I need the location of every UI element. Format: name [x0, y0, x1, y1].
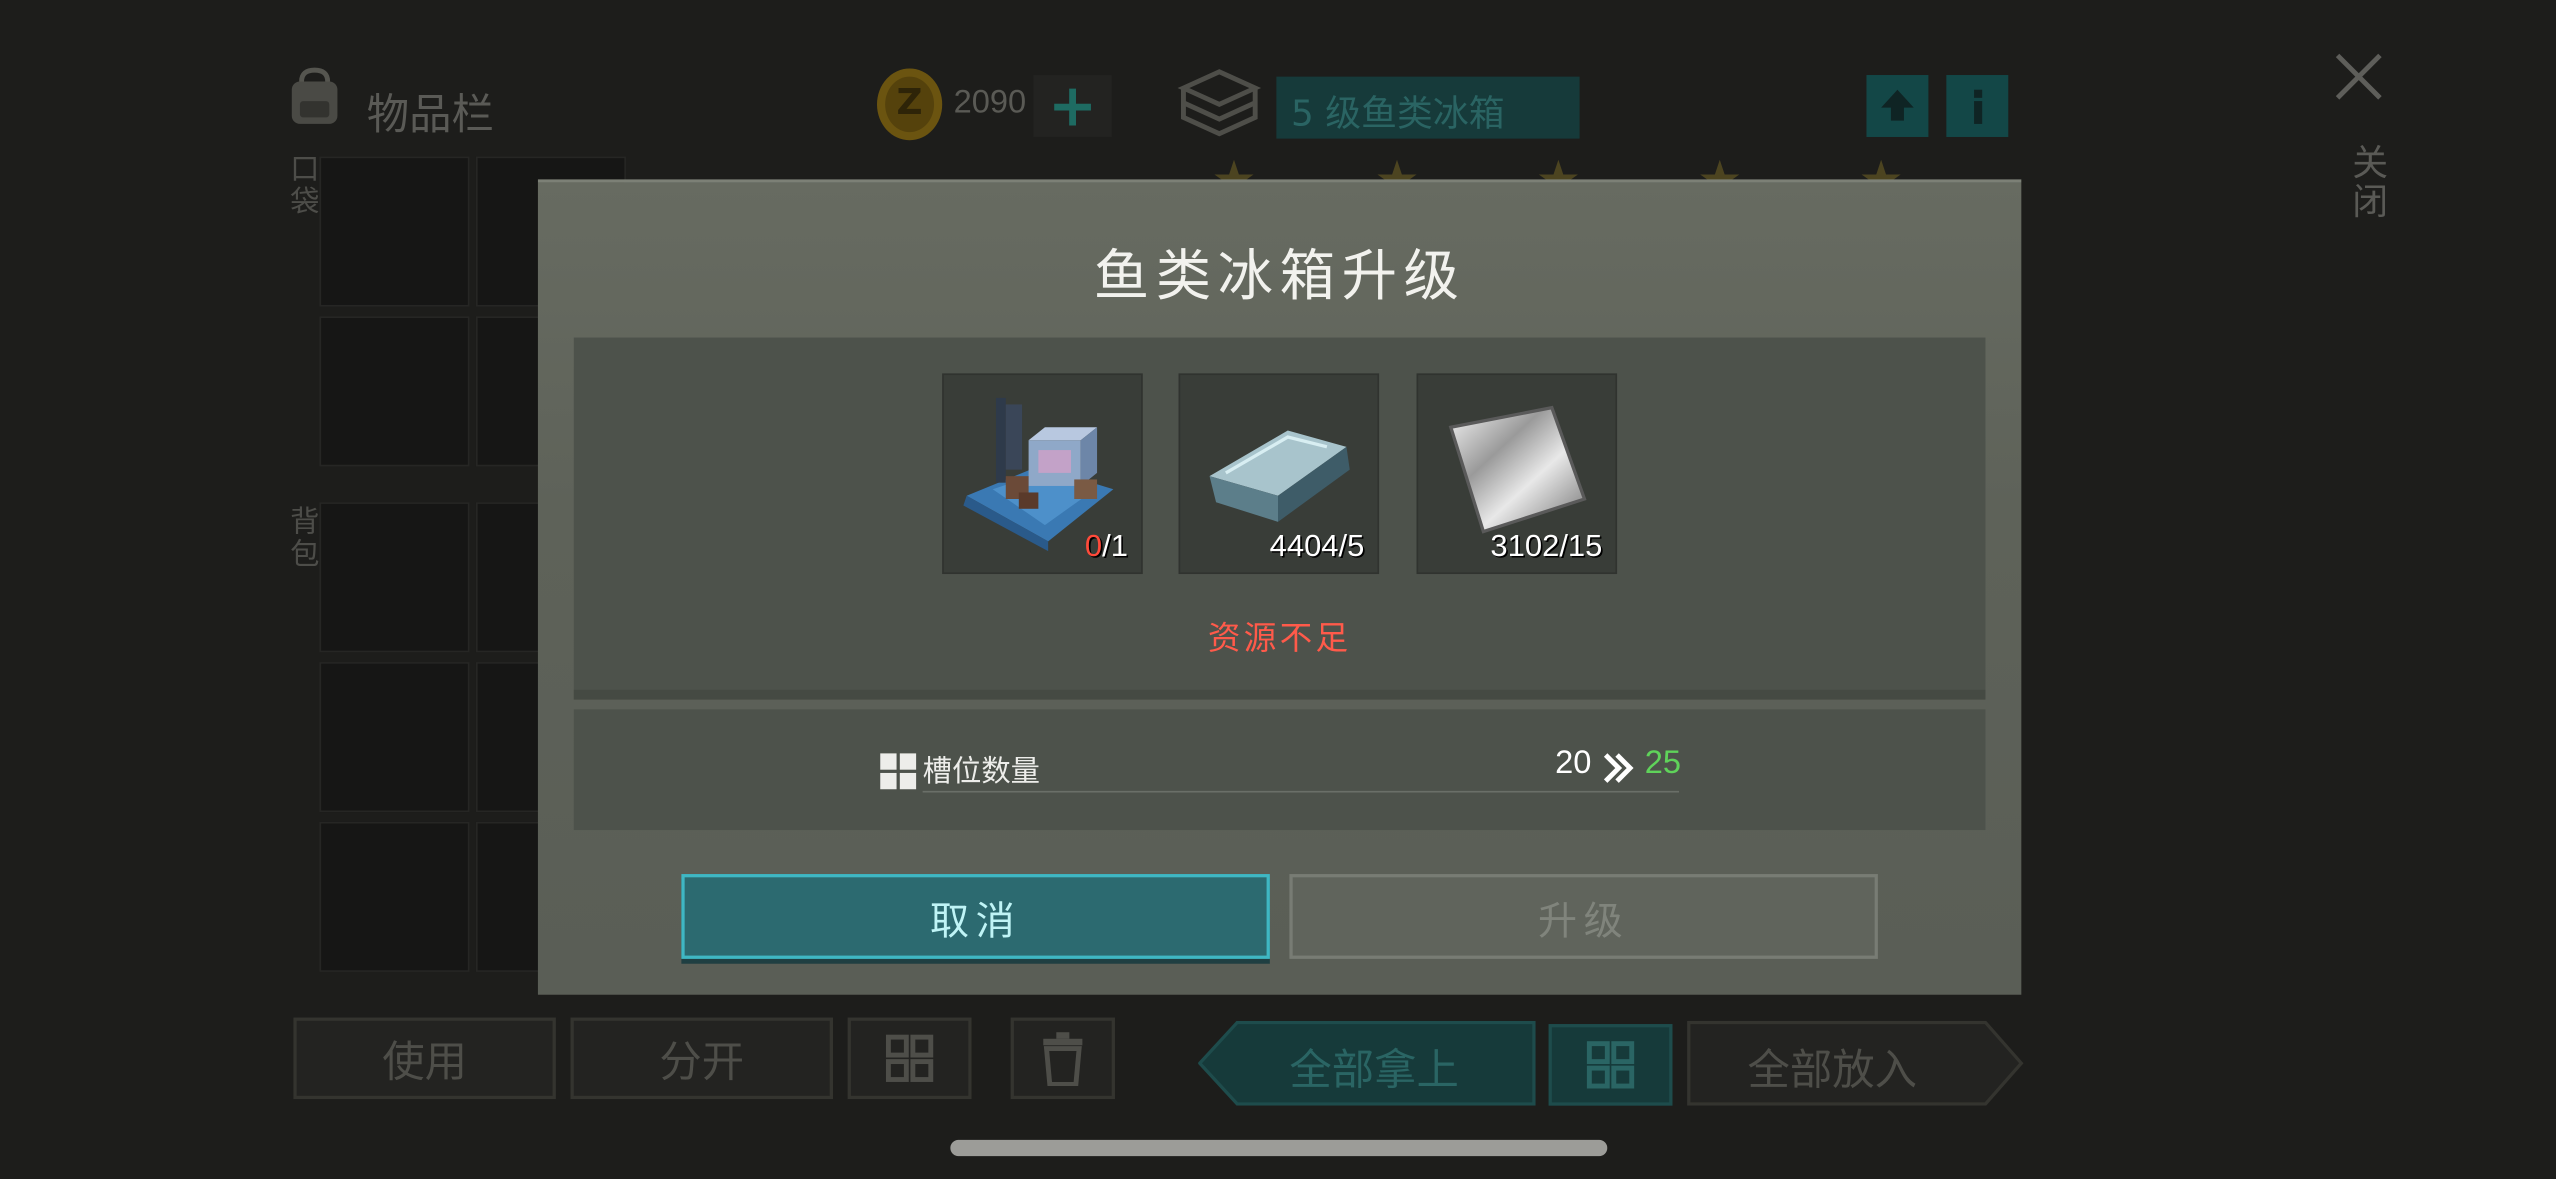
- inventory-slot[interactable]: [319, 502, 470, 653]
- use-button[interactable]: 使用: [293, 1017, 556, 1100]
- plus-icon: +: [1048, 72, 1098, 140]
- use-label: 使用: [382, 1037, 468, 1087]
- backpack-icon: [282, 65, 347, 130]
- close-label: 关闭: [2345, 143, 2387, 222]
- split-label: 分开: [659, 1037, 745, 1087]
- sort-button[interactable]: [847, 1017, 972, 1100]
- dialog-title: 鱼类冰箱升级: [1093, 244, 1466, 310]
- stat-current-value: 20: [1555, 745, 1592, 782]
- container-icon: [1177, 62, 1262, 144]
- put-all-button[interactable]: 全部放入: [1686, 1020, 2025, 1106]
- delete-button[interactable]: [1010, 1017, 1115, 1100]
- info-icon: [1974, 89, 1983, 124]
- requirement-have: 3102: [1490, 529, 1560, 565]
- requirement-slot[interactable]: 0/1: [942, 373, 1143, 575]
- upgrade-label: 升级: [1538, 897, 1630, 944]
- upload-arrow-icon: [1881, 89, 1914, 121]
- requirement-slot[interactable]: 4404/5: [1178, 373, 1380, 575]
- container-name-bar: 5 级鱼类冰箱: [1276, 76, 1580, 139]
- double-chevron-right-icon: [1603, 753, 1634, 783]
- requirement-count: 0/1: [1085, 530, 1128, 566]
- home-indicator[interactable]: [950, 1139, 1608, 1157]
- stat-next-value: 25: [1644, 745, 1682, 782]
- upgrade-dialog: 鱼类冰箱升级 0/1 4404/5 3102/15 资源不足 槽位数量 20 2…: [537, 179, 2022, 995]
- info-button[interactable]: [1946, 75, 2009, 137]
- close-button[interactable]: 关闭: [2331, 49, 2386, 245]
- sort-container-button[interactable]: [1548, 1024, 1673, 1106]
- pocket-label: 口袋: [285, 153, 320, 219]
- inventory-slot[interactable]: [319, 662, 470, 813]
- cancel-button[interactable]: 取消: [681, 874, 1270, 959]
- coin-icon: Z: [874, 65, 946, 143]
- stat-panel: 槽位数量 20 25: [573, 709, 1986, 831]
- put-all-label: 全部放入: [1747, 1046, 1918, 1096]
- grid-icon: [885, 1034, 934, 1082]
- close-icon: [2335, 53, 2382, 100]
- requirement-need: /1: [1102, 529, 1129, 565]
- take-all-label: 全部拿上: [1289, 1046, 1459, 1096]
- requirement-have: 4404: [1269, 529, 1339, 565]
- coin-count: 2090: [953, 84, 1027, 121]
- grid-icon: [1586, 1041, 1635, 1089]
- requirement-slot[interactable]: 3102/15: [1416, 373, 1618, 575]
- requirement-count: 4404/5: [1270, 530, 1365, 566]
- coin-symbol: Z: [896, 83, 923, 124]
- insufficient-resources-warning: 资源不足: [1207, 618, 1352, 658]
- stat-divider: [922, 790, 1680, 793]
- requirement-need: /15: [1559, 529, 1603, 565]
- inventory-slot[interactable]: [319, 156, 470, 307]
- cancel-label: 取消: [929, 897, 1022, 944]
- requirement-have: 0: [1084, 529, 1103, 565]
- game-screen: 物品栏 Z 2090 + 5 级鱼类冰箱 关闭 口袋 背包 使用 分开 全部拿上…: [0, 0, 2556, 1179]
- requirements-panel: 0/1 4404/5 3102/15 资源不足: [573, 337, 1986, 700]
- inventory-title: 物品栏: [366, 91, 494, 141]
- container-name: 5 级鱼类冰箱: [1291, 94, 1505, 136]
- trash-icon: [1043, 1032, 1083, 1087]
- take-all-button[interactable]: 全部拿上: [1198, 1020, 1537, 1106]
- inventory-slot[interactable]: [319, 821, 470, 972]
- stat-label: 槽位数量: [922, 755, 1041, 790]
- inventory-slot[interactable]: [319, 316, 470, 467]
- split-button[interactable]: 分开: [570, 1017, 833, 1100]
- upgrade-button[interactable]: 升级: [1289, 874, 1878, 959]
- backpack-label: 背包: [285, 505, 320, 571]
- requirement-count: 3102/15: [1490, 530, 1602, 566]
- upgrade-container-button[interactable]: [1866, 75, 1929, 137]
- add-coins-button[interactable]: +: [1033, 72, 1112, 140]
- slots-icon: [880, 753, 917, 790]
- requirement-need: /5: [1338, 529, 1365, 565]
